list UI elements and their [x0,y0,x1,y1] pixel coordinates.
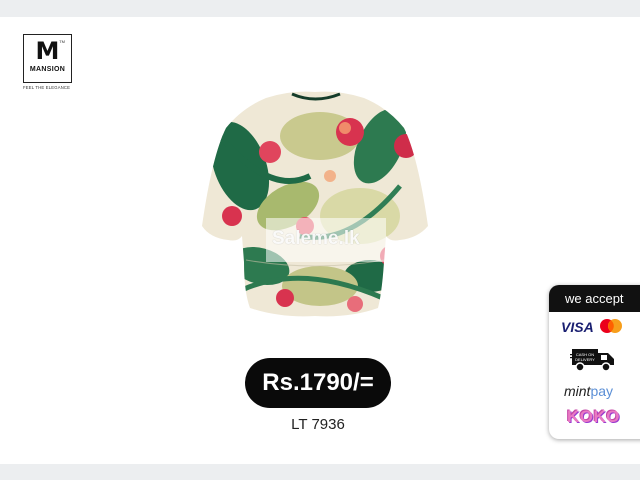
product-image [202,91,428,317]
mintpay-pay: pay [590,383,614,399]
product-code: LT 7936 [291,416,345,433]
visa-logo: VISA [561,319,594,335]
card-logos: VISA [561,319,624,335]
cash-on-delivery-icon: CASH ON DELIVERY [570,349,614,372]
watermark-text: Saleme.lk [272,228,360,249]
mastercard-icon [599,319,622,333]
payment-panel: we accept VISA CASH ON DELIVERY mintpay … [549,285,640,439]
brand-logo[interactable]: M TM MANSION [23,34,72,83]
mintpay-mint: mint [564,383,591,399]
cod-line2: DELIVERY [575,357,595,362]
koko-logo: KOKO [567,407,620,426]
price-badge: Rs.1790/= [245,358,391,408]
brand-name: MANSION [29,66,66,73]
logo-trademark: TM [59,39,65,44]
mintpay-logo: mintpay [564,383,613,399]
brand-tagline: FEEL THE ELEGANCE [23,85,71,90]
payment-heading: we accept [549,285,640,312]
